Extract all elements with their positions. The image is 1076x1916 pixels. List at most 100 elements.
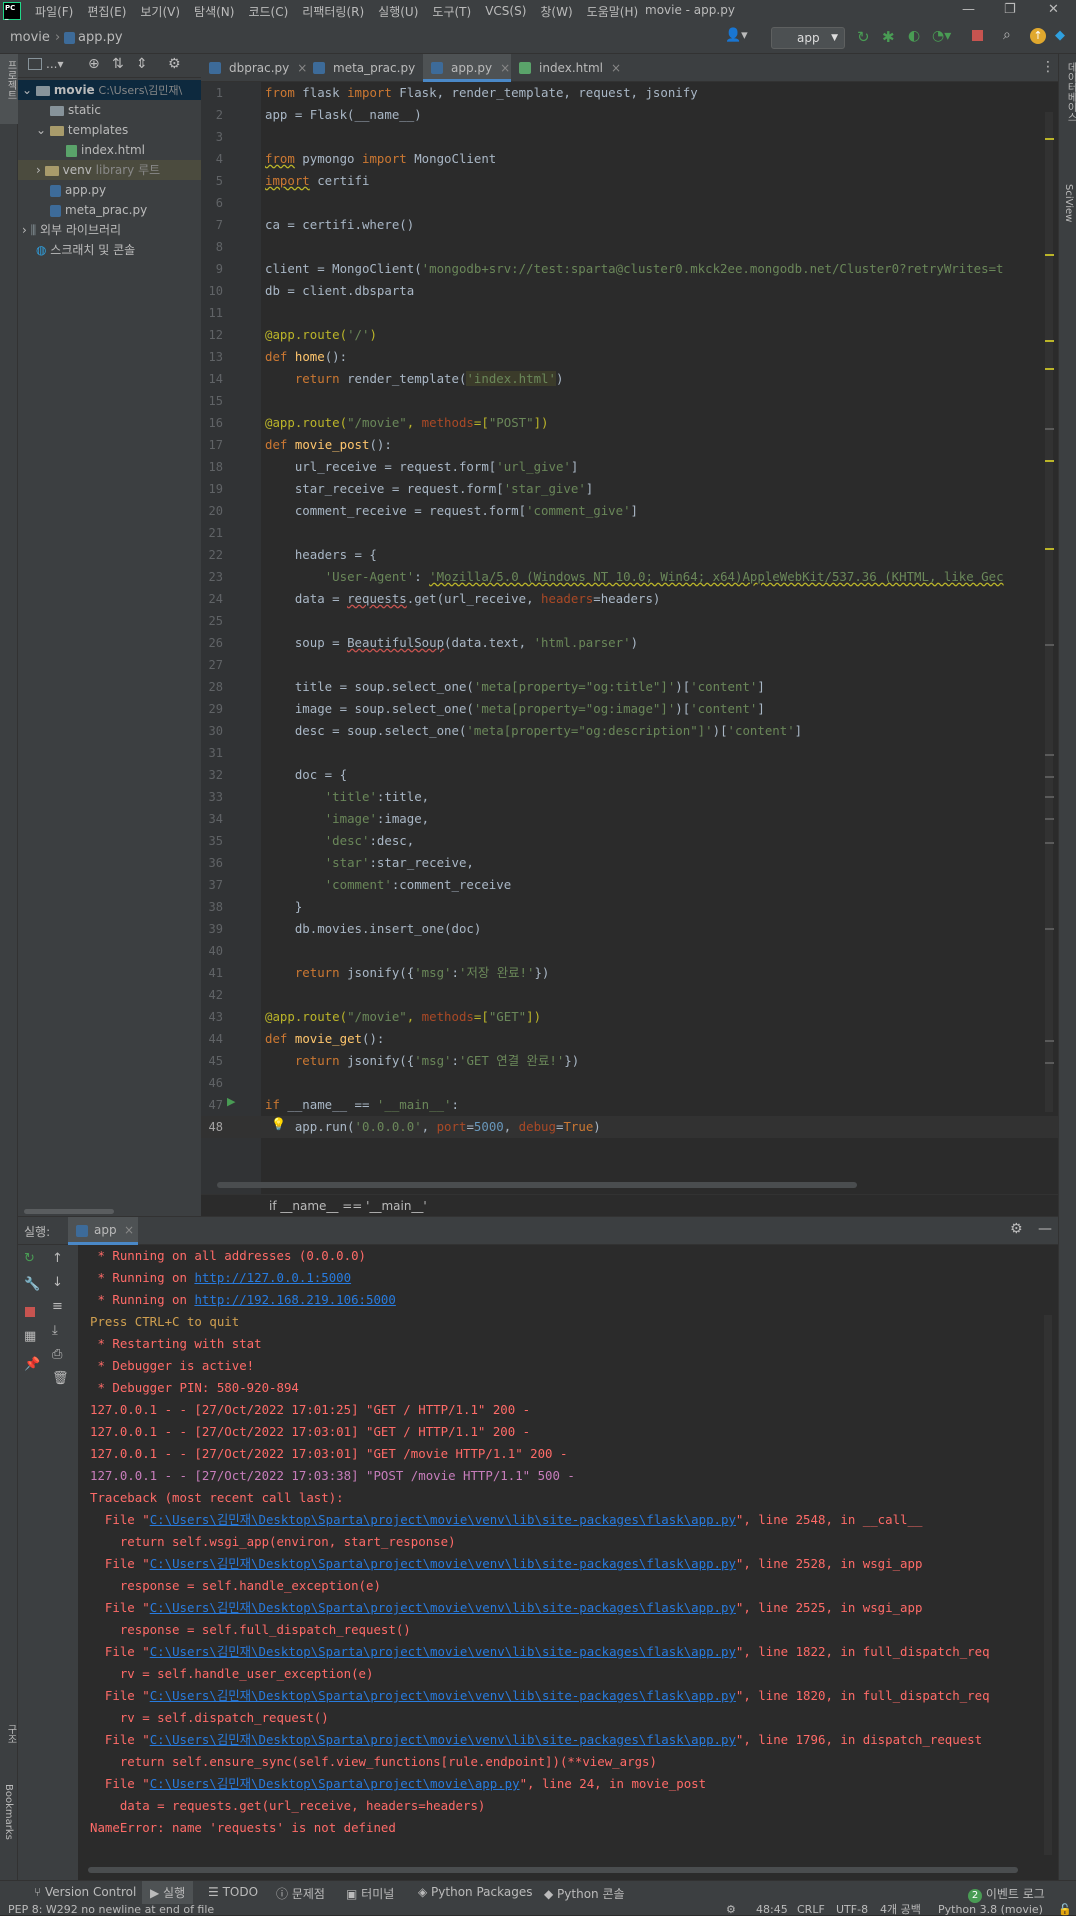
run-gutter-icon[interactable]: ▶ [227,1095,235,1108]
traceback-link[interactable]: C:\Users\김민재\Desktop\Sparta\project\movi… [150,1688,736,1703]
wrench-icon[interactable]: 🔧 [24,1277,40,1292]
run-config-selector[interactable]: app ▼ [771,27,845,49]
gear-icon[interactable]: ⚙ [1010,1221,1023,1237]
console-link[interactable]: http://127.0.0.1:5000 [194,1270,351,1285]
tree-item-static[interactable]: static [18,100,201,120]
menu-run[interactable]: 실행(U) [378,3,418,20]
error-stripe-mark[interactable] [1045,460,1054,462]
structure-tool-tab[interactable]: 구조 [3,1724,18,1744]
console-link[interactable]: http://192.168.219.106:5000 [194,1292,395,1307]
hide-panel-icon[interactable]: — [1038,1221,1052,1237]
tool-python-console[interactable]: ◆ Python 콘솔 [544,1885,625,1902]
traceback-link[interactable]: C:\Users\김민재\Desktop\Sparta\project\movi… [150,1556,736,1571]
tool-terminal[interactable]: ▣ 터미널 [346,1885,394,1902]
error-stripe-mark[interactable] [1045,818,1054,820]
tool-python-packages[interactable]: ◈ Python Packages [418,1885,532,1899]
user-icon[interactable]: 👤▾ [725,28,748,43]
stop-icon[interactable] [972,30,983,41]
indent-setting[interactable]: 4개 공백 [880,1904,921,1915]
traceback-link[interactable]: C:\Users\김민재\Desktop\Sparta\project\movi… [150,1732,736,1747]
tree-item-scratches[interactable]: ◍ 스크래치 및 콘솔 [18,240,201,260]
line-separator[interactable]: CRLF [797,1904,825,1915]
search-icon[interactable]: ⌕ [1003,27,1011,43]
error-stripe-mark[interactable] [1045,776,1054,778]
tree-item-templates[interactable]: ⌄ templates [18,120,201,140]
tool-version-control[interactable]: ⑂ Version Control [34,1885,136,1899]
traceback-link[interactable]: C:\Users\김민재\Desktop\Sparta\project\movi… [150,1644,736,1659]
tree-root-movie[interactable]: ⌄ movie C:\Users\김민재\ [18,80,201,100]
error-stripe-mark[interactable] [1045,928,1054,930]
menu-help[interactable]: 도움말(H) [587,3,639,20]
tree-item-meta-prac-py[interactable]: meta_prac.py [18,200,201,220]
breadcrumb-file[interactable]: app.py [78,30,123,45]
restore-icon[interactable]: ❐ [1004,2,1016,17]
menu-navigate[interactable]: 탐색(N) [194,3,234,20]
tool-todo[interactable]: ☰ TODO [208,1885,258,1899]
minimize-icon[interactable]: — [962,2,975,17]
rerun-icon[interactable]: ↻ [24,1251,35,1266]
console-vertical-scrollbar[interactable] [1044,1315,1052,1855]
error-stripe-mark[interactable] [1045,428,1054,430]
menu-edit[interactable]: 편집(E) [87,3,126,20]
error-stripe-mark[interactable] [1045,754,1054,756]
menu-code[interactable]: 코드(C) [248,3,288,20]
database-tool-tab[interactable]: 데이터베이스 [1063,62,1076,122]
debug-icon[interactable]: ✱ [882,28,895,46]
collapse-all-icon[interactable]: ⇕ [136,56,148,72]
traceback-link[interactable]: C:\Users\김민재\Desktop\Sparta\project\movi… [150,1512,736,1527]
bookmarks-tool-tab[interactable]: Bookmarks [3,1784,14,1840]
project-view-icon[interactable] [28,58,42,70]
stop-icon[interactable] [25,1307,35,1317]
tab-meta-prac-py[interactable]: meta_prac.py× [305,54,433,82]
error-stripe-mark[interactable] [1045,368,1054,370]
tab-dbprac-py[interactable]: dbprac.py × [201,54,307,82]
error-stripe-mark[interactable] [1045,1040,1054,1042]
error-stripe-mark[interactable] [1045,644,1054,646]
code-breadcrumb[interactable]: if __name__ == '__main__' [201,1194,1058,1216]
traceback-link[interactable]: C:\Users\김민재\Desktop\Sparta\project\movi… [150,1600,736,1615]
tool-problems[interactable]: ⓘ 문제점 [276,1885,325,1902]
menu-vcs[interactable]: VCS(S) [485,4,526,18]
lock-icon[interactable]: 🔓 [1058,1904,1072,1915]
editor-horizontal-scrollbar[interactable] [217,1182,857,1188]
project-tool-tab[interactable]: 프로젝트 [3,60,18,100]
traceback-link[interactable]: C:\Users\김민재\Desktop\Sparta\project\movi… [150,1776,520,1791]
horizontal-scrollbar[interactable] [24,1209,114,1214]
sciview-tool-tab[interactable]: SciView [1063,184,1074,222]
coverage-icon[interactable]: ◐ [908,28,920,44]
menu-refactor[interactable]: 리팩터링(R) [302,3,364,20]
error-stripe-mark[interactable] [1045,842,1054,844]
console-output[interactable]: * Running on all addresses (0.0.0.0) * R… [78,1245,1058,1881]
tool-run[interactable]: ▶ 실행 [142,1881,194,1905]
menu-file[interactable]: 파일(F) [35,3,73,20]
project-view-dropdown[interactable]: ...▾ [46,57,63,71]
trash-icon[interactable]: 🗑 [52,1371,69,1386]
profile-icon[interactable]: ◔▾ [932,28,951,44]
close-tab-icon[interactable]: × [124,1223,134,1237]
close-tab-icon[interactable]: × [611,61,621,75]
soft-wrap-icon[interactable]: ≡ [52,1299,63,1314]
git-icon[interactable]: ⚙ [726,1904,736,1915]
tree-item-venv[interactable]: › venv library 루트 [18,160,201,180]
error-stripe-mark[interactable] [1045,796,1054,798]
file-encoding[interactable]: UTF-8 [836,1904,868,1915]
tab-app-py[interactable]: app.py × [423,54,511,82]
rerun-icon[interactable]: ↻ [857,28,870,46]
gear-icon[interactable]: ⚙ [168,56,181,72]
locate-icon[interactable]: ⊕ [88,56,100,72]
pycharm-ai-icon[interactable]: ◆ [1055,28,1065,43]
error-stripe-mark[interactable] [1045,340,1054,342]
editor-vertical-scrollbar[interactable] [1045,112,1053,1112]
error-stripe-mark[interactable] [1045,254,1054,256]
tool-event-log[interactable]: 2 이벤트 로그 [968,1885,1045,1903]
tree-item-app-py[interactable]: app.py [18,180,201,200]
code-editor[interactable]: ❶ 2 ⚠ 1 ⚠ 17 ✓ 1 ⌃ ⌄ 1234567891011121314… [201,82,1058,1194]
tab-index-html[interactable]: index.html × [511,54,621,82]
run-tab-app[interactable]: app × [68,1217,138,1245]
pin-icon[interactable]: 📌 [24,1357,40,1372]
breadcrumb-project[interactable]: movie [10,30,50,45]
tree-item-index-html[interactable]: index.html [18,140,201,160]
menu-view[interactable]: 보기(V) [140,3,180,20]
error-stripe-mark[interactable] [1045,1062,1054,1064]
scroll-to-end-icon[interactable]: ⤓ [52,1323,58,1338]
